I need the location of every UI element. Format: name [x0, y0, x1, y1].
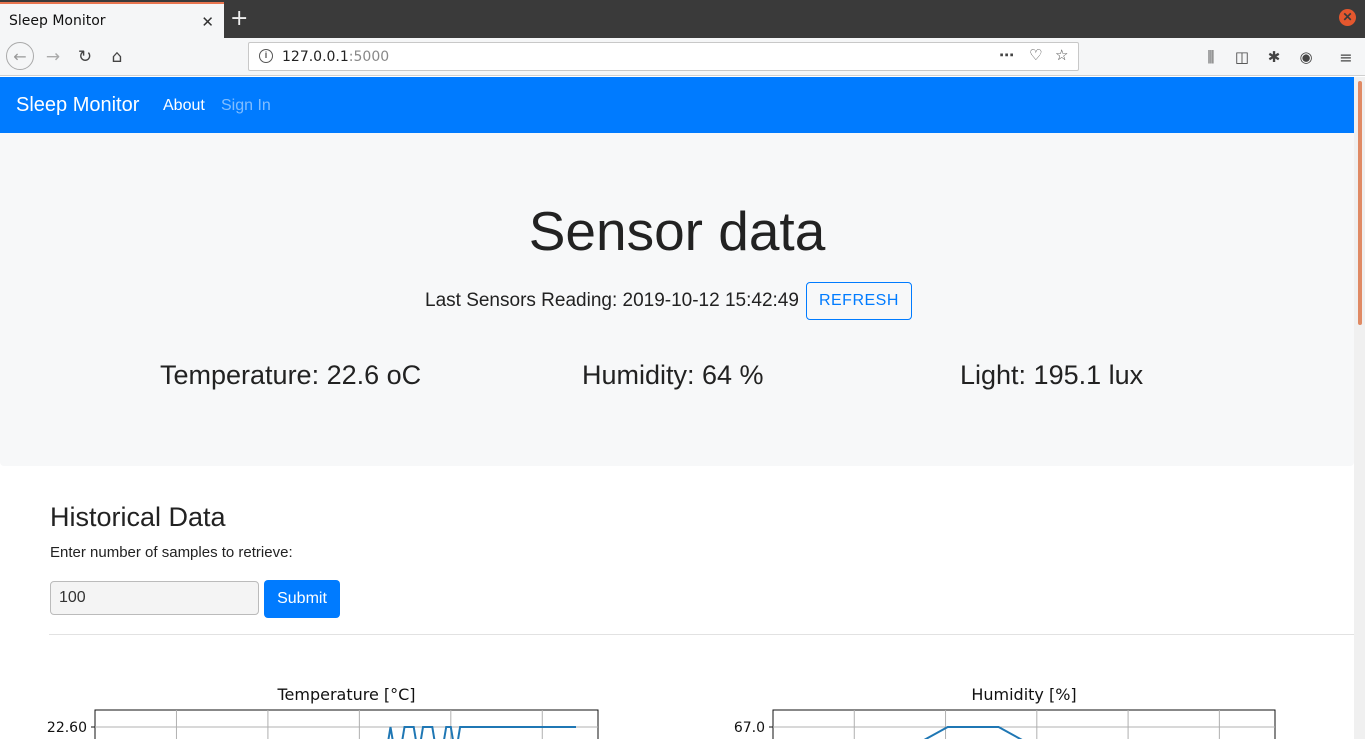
page-viewport: Sleep Monitor About Sign In Sensor data …	[0, 77, 1354, 739]
series-line	[387, 726, 576, 739]
bookmark-star-icon[interactable]: ☆	[1055, 46, 1068, 64]
nav-link-sign-in[interactable]: Sign In	[221, 97, 271, 115]
historical-data-heading: Historical Data	[50, 502, 226, 532]
y-tick-label: 67.0	[734, 720, 765, 736]
site-brand[interactable]: Sleep Monitor	[16, 94, 139, 117]
humidity-reading: Humidity: 64 %	[582, 360, 764, 390]
close-tab-icon[interactable]: ✕	[201, 13, 214, 31]
temperature-chart: Temperature [°C] 22.60	[47, 685, 599, 739]
temperature-reading: Temperature: 22.6 oC	[160, 360, 422, 390]
humidity-chart: Humidity [%] 67.0	[734, 685, 1276, 739]
site-navbar: Sleep Monitor About Sign In	[0, 77, 1354, 133]
browser-tab[interactable]: Sleep Monitor ✕	[0, 2, 224, 38]
page-actions-icon[interactable]: ⋯	[999, 46, 1014, 64]
extension-icon[interactable]: ✱	[1261, 44, 1287, 70]
nav-link-about[interactable]: About	[163, 97, 205, 115]
home-icon[interactable]: ⌂	[104, 44, 130, 70]
submit-button[interactable]: Submit	[264, 580, 340, 618]
new-tab-button[interactable]: +	[230, 6, 248, 31]
scrollbar-thumb[interactable]	[1358, 81, 1362, 325]
refresh-button[interactable]: REFRESH	[805, 282, 912, 320]
reload-icon[interactable]: ↻	[72, 44, 98, 70]
forward-icon[interactable]: →	[40, 44, 66, 70]
divider	[49, 634, 1354, 635]
url-port: :5000	[348, 49, 390, 65]
site-info-icon[interactable]: i	[259, 49, 273, 63]
url-host: 127.0.0.1	[282, 49, 349, 65]
y-tick-label: 22.60	[47, 720, 87, 736]
chart-axes-frame	[94, 709, 599, 739]
light-reading: Light: 195.1 lux	[960, 360, 1144, 390]
url-text[interactable]: 127.0.0.1:5000	[282, 49, 389, 65]
last-reading-text: Last Sensors Reading: 2019-10-12 15:42:4…	[425, 290, 799, 311]
browser-toolbar: ← → ↻ ⌂ i 127.0.0.1:5000 ⋯ ♡ ☆ ⫼ ◫ ✱ ◉ ≡	[0, 38, 1365, 76]
page-scrollbar[interactable]	[1354, 77, 1365, 739]
chart-title: Humidity [%]	[971, 685, 1076, 704]
tab-bar: Sleep Monitor ✕ + ✕	[0, 0, 1365, 38]
last-reading-row: Last Sensors Reading: 2019-10-12 15:42:4…	[425, 282, 912, 320]
menu-icon[interactable]: ≡	[1333, 44, 1359, 70]
back-icon[interactable]: ←	[6, 42, 34, 70]
chart-axes-frame	[772, 709, 1276, 739]
samples-label: Enter number of samples to retrieve:	[50, 544, 293, 561]
samples-input[interactable]	[50, 581, 259, 615]
pocket-icon[interactable]: ♡	[1029, 46, 1042, 64]
address-bar[interactable]: i 127.0.0.1:5000 ⋯ ♡ ☆	[248, 42, 1079, 71]
window-close-button[interactable]: ✕	[1339, 9, 1356, 26]
chart-title: Temperature [°C]	[276, 685, 415, 704]
series-line	[923, 726, 1023, 739]
tab-title: Sleep Monitor	[9, 13, 106, 29]
sensor-jumbotron: Sensor data Last Sensors Reading: 2019-1…	[0, 133, 1354, 466]
sidebar-icon[interactable]: ◫	[1229, 44, 1255, 70]
library-icon[interactable]: ⫼	[1198, 44, 1224, 70]
account-icon[interactable]: ◉	[1293, 44, 1319, 70]
page-title: Sensor data	[528, 200, 826, 262]
